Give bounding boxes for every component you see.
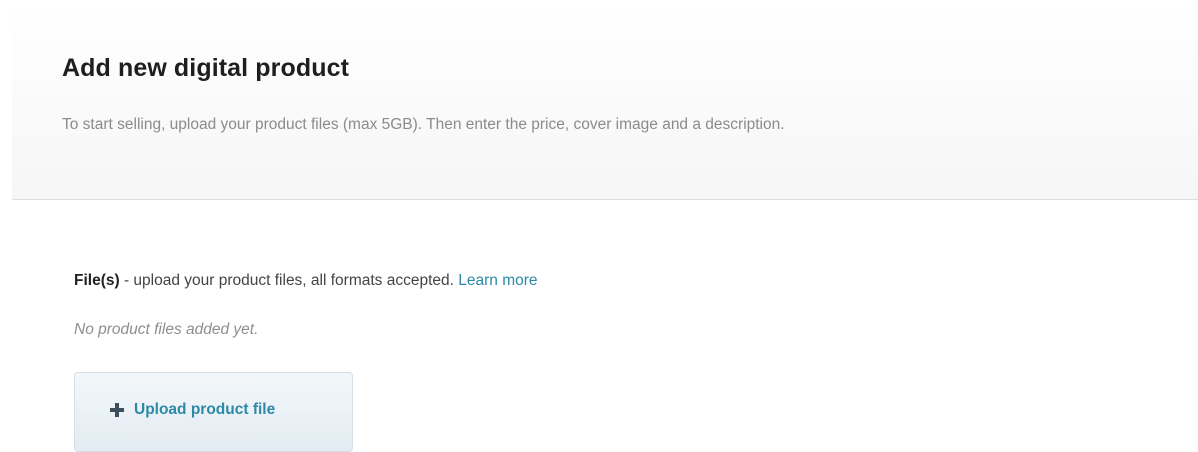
plus-icon bbox=[110, 403, 124, 417]
upload-product-file-button[interactable]: Upload product file bbox=[74, 372, 353, 452]
page-header bbox=[12, 0, 1198, 200]
empty-files-message: No product files added yet. bbox=[74, 321, 259, 338]
page-title: Add new digital product bbox=[62, 54, 350, 82]
upload-button-label: Upload product file bbox=[134, 401, 276, 418]
learn-more-link[interactable]: Learn more bbox=[458, 272, 537, 289]
files-label: File(s) bbox=[74, 272, 120, 289]
files-description: - upload your product files, all formats… bbox=[119, 272, 459, 289]
page-subtitle: To start selling, upload your product fi… bbox=[62, 116, 785, 133]
files-section-label: File(s) - upload your product files, all… bbox=[74, 272, 538, 290]
